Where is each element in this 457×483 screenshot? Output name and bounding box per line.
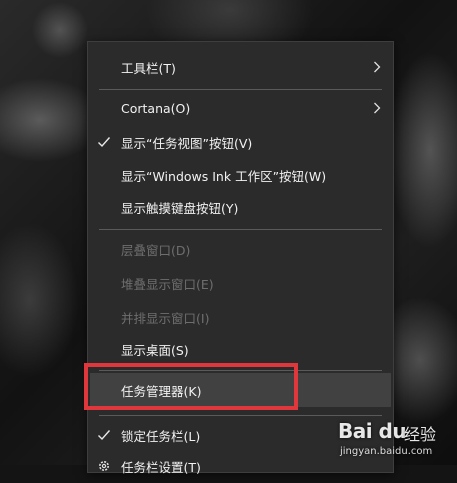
- menu-item-toolbars[interactable]: 工具栏(T): [88, 50, 393, 84]
- menu-item-label: 任务栏设置(T): [121, 459, 201, 475]
- menu-item-show-task-view-button[interactable]: 显示“任务视图”按钮(V): [88, 125, 393, 159]
- menu-item-stack-windows: 堆叠显示窗口(E): [88, 266, 393, 300]
- gear-icon: [99, 461, 109, 471]
- menu-item-label: 锁定任务栏(L): [121, 428, 201, 444]
- menu-item-label: 层叠窗口(D): [121, 242, 191, 258]
- menu-item-label: 并排显示窗口(I): [121, 310, 210, 326]
- watermark-logo: Bai du: [338, 419, 407, 443]
- baidu-jingyan-watermark: Bai du 经验 jingyan.baidu.com: [338, 415, 456, 465]
- menu-item-label: 显示触摸键盘按钮(Y): [121, 200, 239, 216]
- annotation-highlight-box: [84, 363, 298, 410]
- watermark-brand: 经验: [404, 425, 437, 444]
- menu-item-label: 显示桌面(S): [121, 342, 189, 358]
- menu-separator: [99, 89, 382, 90]
- menu-item-side-by-side-windows: 并排显示窗口(I): [88, 300, 393, 334]
- menu-item-show-windows-ink-button[interactable]: 显示“Windows Ink 工作区”按钮(W): [88, 158, 393, 192]
- menu-separator: [99, 229, 382, 230]
- checkmark-icon: [98, 430, 111, 441]
- chevron-right-icon: [374, 102, 381, 114]
- chevron-right-icon: [374, 61, 381, 73]
- watermark-url: jingyan.baidu.com: [340, 446, 433, 457]
- menu-item-cortana[interactable]: Cortana(O): [88, 91, 393, 125]
- menu-item-cascade-windows: 层叠窗口(D): [88, 232, 393, 266]
- menu-item-show-touch-keyboard-button[interactable]: 显示触摸键盘按钮(Y): [88, 190, 393, 224]
- menu-item-label: 工具栏(T): [121, 60, 176, 76]
- menu-item-label: 显示“Windows Ink 工作区”按钮(W): [121, 168, 327, 184]
- menu-item-show-desktop[interactable]: 显示桌面(S): [88, 332, 393, 366]
- menu-item-label: Cortana(O): [121, 100, 191, 116]
- menu-item-label: 堆叠显示窗口(E): [121, 276, 214, 292]
- checkmark-icon: [98, 137, 111, 148]
- menu-item-label: 显示“任务视图”按钮(V): [121, 135, 253, 151]
